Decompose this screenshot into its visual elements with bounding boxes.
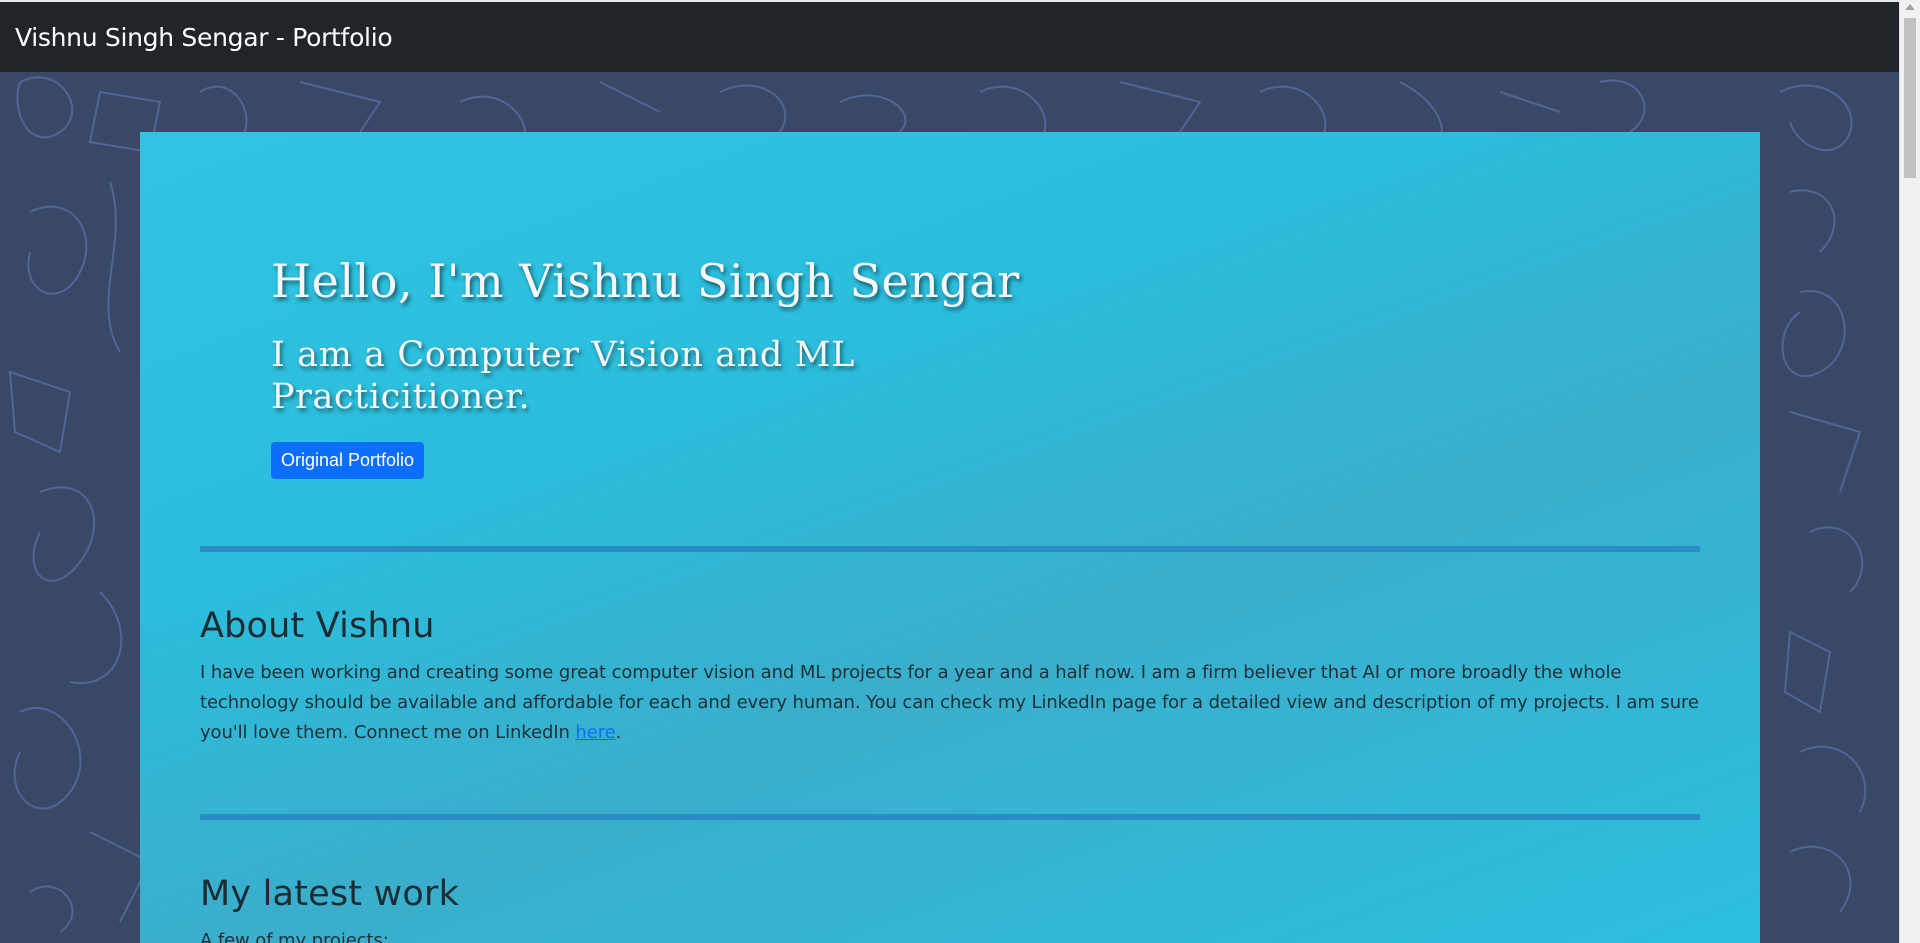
top-navbar: Vishnu Singh Sengar - Portfolio [0, 0, 1899, 72]
original-portfolio-button[interactable]: Original Portfolio [271, 442, 425, 479]
about-body: I have been working and creating some gr… [200, 658, 1700, 748]
about-heading: About Vishnu [200, 606, 435, 646]
hero-section: Hello, I'm Vishnu Singh Sengar I am a Co… [271, 254, 1071, 479]
scroll-up-arrow-icon[interactable] [1905, 4, 1915, 10]
about-section: About Vishnu I have been working and cre… [200, 606, 1700, 748]
hero-greeting: Hello, I'm Vishnu Singh Sengar [271, 254, 1020, 308]
navbar-brand[interactable]: Vishnu Singh Sengar - Portfolio [15, 23, 393, 52]
portfolio-card: Hello, I'm Vishnu Singh Sengar I am a Co… [140, 132, 1760, 943]
section-divider [200, 546, 1700, 552]
about-body-trailing: . [615, 722, 622, 743]
scroll-thumb[interactable] [1904, 18, 1916, 178]
work-heading: My latest work [200, 874, 460, 914]
hero-tagline: I am a Computer Vision and ML Practiciti… [271, 335, 855, 417]
about-body-text: I have been working and creating some gr… [200, 662, 1699, 743]
latest-work-section: My latest work A few of my projects: [200, 874, 1700, 943]
work-intro: A few of my projects: [200, 930, 389, 943]
linkedin-link[interactable]: here [575, 722, 615, 743]
vertical-scrollbar[interactable] [1899, 0, 1920, 943]
section-divider [200, 814, 1700, 820]
